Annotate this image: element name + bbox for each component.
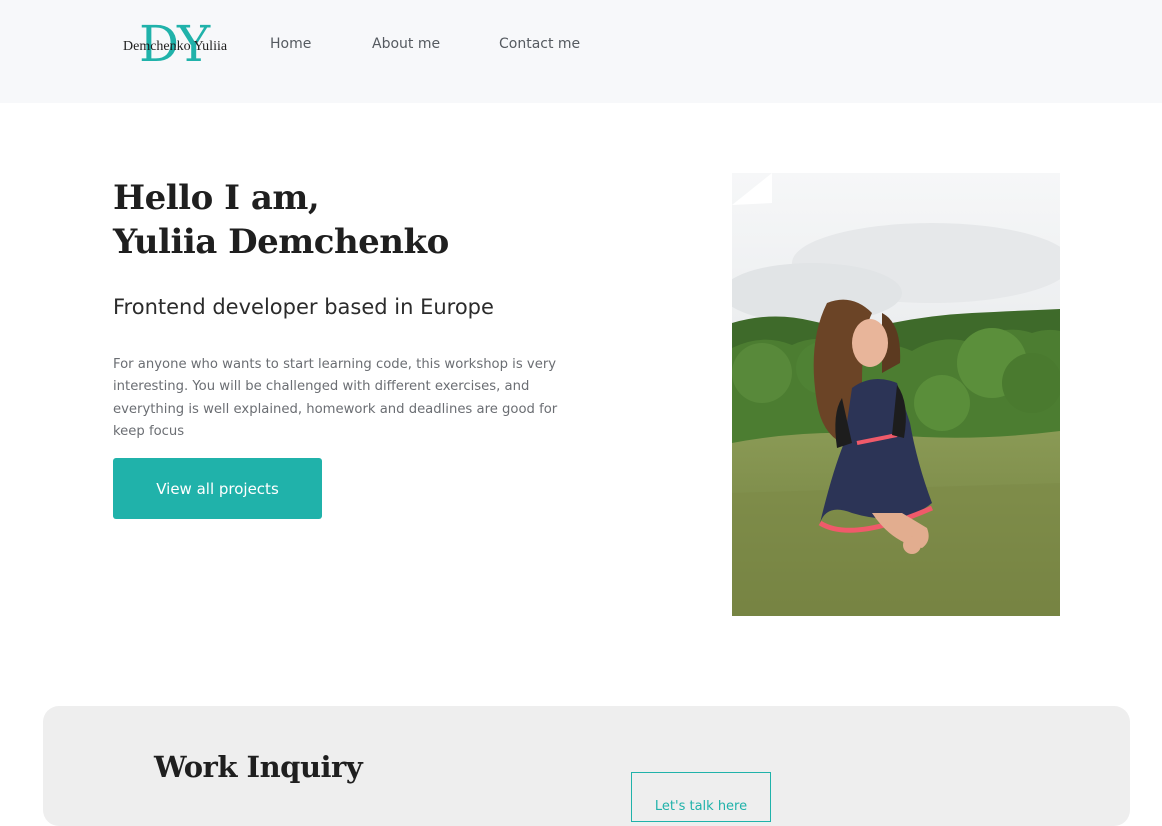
hero-description: For anyone who wants to start learning c…: [113, 357, 558, 440]
site-header: DY Demchenko Yuliia Home About me Contac…: [0, 0, 1162, 103]
profile-photo: [732, 173, 1060, 616]
hero-subtitle: Frontend developer based in Europe: [113, 295, 494, 319]
hero-title: Hello I am, Yuliia Demchenko: [113, 176, 449, 264]
hero-title-line1: Hello I am,: [113, 178, 320, 218]
hero-title-line2: Yuliia Demchenko: [113, 222, 449, 262]
logo-name: Demchenko Yuliia: [123, 39, 228, 54]
nav-home-link[interactable]: Home: [270, 36, 311, 52]
lets-talk-button[interactable]: Let's talk here: [631, 772, 771, 822]
nav-contact-link[interactable]: Contact me: [499, 36, 580, 52]
view-all-projects-button[interactable]: View all projects: [113, 458, 322, 519]
work-inquiry-section: Work Inquiry Let's talk here: [43, 706, 1130, 826]
logo[interactable]: DY Demchenko Yuliia: [123, 15, 243, 74]
work-inquiry-title: Work Inquiry: [154, 750, 363, 784]
nav-about-link[interactable]: About me: [372, 36, 440, 52]
profile-photo-image: [732, 173, 1060, 616]
